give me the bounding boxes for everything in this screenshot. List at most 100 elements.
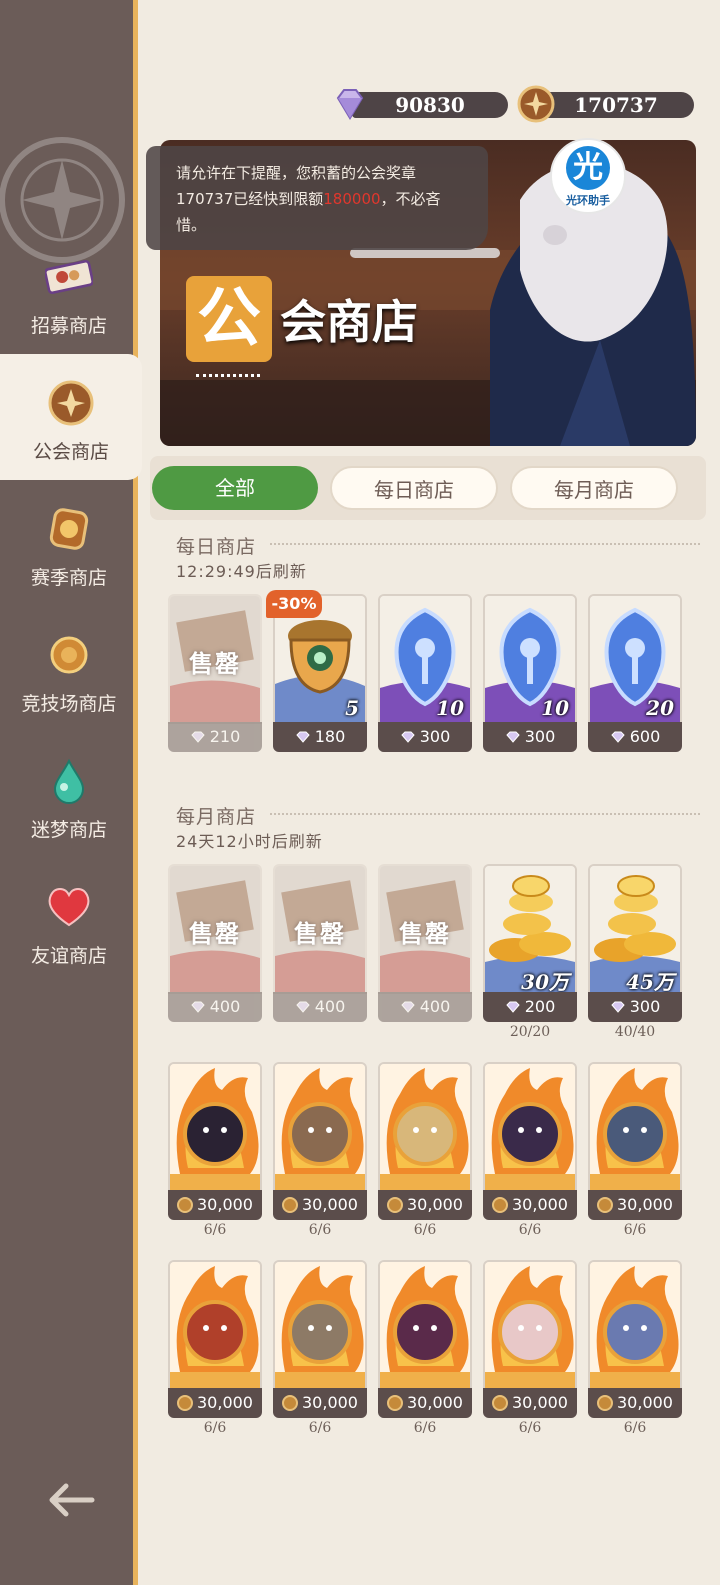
hero-item-card[interactable]: 30,000 6/6 [273, 1062, 367, 1238]
daily-item-card[interactable]: 10 300 [483, 594, 577, 752]
daily-refresh-timer: 12:29:49后刷新 [176, 562, 307, 581]
item-price: 180 [273, 722, 367, 752]
hero-item-card[interactable]: 30,000 6/6 [378, 1062, 472, 1238]
monthly-item-card[interactable]: 售罄 400 [168, 864, 262, 1022]
sold-out-label: 售罄 [189, 650, 241, 678]
item-image [483, 1260, 577, 1390]
item-price: 400 [273, 992, 367, 1022]
guild-medal-icon [492, 1197, 508, 1213]
tab-daily-shop[interactable]: 每日商店 [330, 466, 498, 510]
sidebar-item-recruit-shop[interactable]: 招募商店 [0, 228, 138, 354]
dream-drop-icon [45, 757, 93, 805]
price-value: 200 [524, 997, 556, 1016]
price-value: 600 [629, 727, 661, 746]
monthly-item-card[interactable]: 售罄 400 [273, 864, 367, 1022]
item-price: 210 [168, 722, 262, 752]
hero-item-card[interactable]: 30,000 6/6 [588, 1062, 682, 1238]
tab-all[interactable]: 全部 [152, 466, 318, 510]
hero-item-card[interactable]: 30,000 6/6 [168, 1062, 262, 1238]
item-price: 30,000 [588, 1190, 682, 1220]
guild-medal-icon [282, 1395, 298, 1411]
price-value: 30,000 [512, 1393, 568, 1412]
price-value: 180 [314, 727, 346, 746]
season-coin-icon [45, 505, 93, 553]
banner-dots [196, 374, 260, 377]
item-image [168, 1260, 262, 1390]
hero-item-card[interactable]: 30,000 6/6 [168, 1260, 262, 1436]
item-price: 400 [168, 992, 262, 1022]
hero-item-card[interactable]: 30,000 6/6 [378, 1260, 472, 1436]
guild-medal-icon [177, 1197, 193, 1213]
sold-out-label: 售罄 [399, 920, 451, 948]
daily-item-card[interactable]: 10 300 [378, 594, 472, 752]
monthly-refresh-timer: 24天12小时后刷新 [176, 832, 323, 851]
purchase-limit: 6/6 [518, 1420, 542, 1436]
item-quantity: 45万 [626, 970, 674, 994]
sidebar: 招募商店 公会商店 赛季商店 竞技场商店 迷梦商店 友谊商店 [0, 0, 142, 1585]
hero-item-card[interactable]: 30,000 6/6 [483, 1062, 577, 1238]
price-value: 30,000 [512, 1195, 568, 1214]
sidebar-item-friendship-shop[interactable]: 友谊商店 [0, 858, 138, 984]
item-price: 30,000 [378, 1190, 472, 1220]
diamond-icon [191, 1001, 205, 1013]
price-value: 400 [314, 997, 346, 1016]
ticket-icon [45, 253, 93, 301]
sidebar-item-season-shop[interactable]: 赛季商店 [0, 480, 138, 606]
diamond-icon [506, 731, 520, 743]
sidebar-item-guild-shop[interactable]: 公会商店 [0, 354, 142, 480]
purchase-limit: 6/6 [203, 1222, 227, 1238]
monthly-item-card[interactable]: 售罄 400 [378, 864, 472, 1022]
purchase-limit: 20/20 [509, 1024, 551, 1040]
diamond-icon [611, 1001, 625, 1013]
purchase-limit: 6/6 [308, 1420, 332, 1436]
guanghuan-helper-badge[interactable]: 光 光环助手 [550, 138, 626, 214]
medal-limit-tooltip: 请允许在下提醒，您积蓄的公会奖章 170737已经快到限额180000，不必吝 … [146, 146, 488, 250]
sidebar-item-label: 友谊商店 [30, 945, 107, 967]
item-price: 600 [588, 722, 682, 752]
monthly-item-card[interactable]: 30万 200 20/20 [483, 864, 577, 1040]
hero-item-card[interactable]: 30,000 6/6 [588, 1260, 682, 1436]
item-image [483, 1062, 577, 1192]
item-price: 30,000 [483, 1190, 577, 1220]
banner-title: 公 会商店 [186, 276, 418, 362]
item-quantity: 20 [646, 696, 674, 720]
diamond-icon [336, 89, 364, 120]
item-price: 30,000 [378, 1388, 472, 1418]
guild-medal-icon [492, 1395, 508, 1411]
price-value: 30,000 [617, 1195, 673, 1214]
item-image [273, 1062, 367, 1192]
price-value: 30,000 [197, 1195, 253, 1214]
daily-item-card[interactable]: 售罄 210 [168, 594, 262, 752]
price-value: 30,000 [302, 1393, 358, 1412]
diamond-icon [191, 731, 205, 743]
tab-monthly-shop[interactable]: 每月商店 [510, 466, 678, 510]
purchase-limit: 6/6 [308, 1222, 332, 1238]
back-arrow-icon[interactable] [40, 1470, 100, 1530]
guild-medal-icon [282, 1197, 298, 1213]
daily-section-title: 每日商店 [176, 536, 257, 558]
guild-medal-icon [387, 1395, 403, 1411]
diamond-icon [296, 731, 310, 743]
item-price: 30,000 [168, 1388, 262, 1418]
item-price: 300 [588, 992, 682, 1022]
item-image [273, 1260, 367, 1390]
sidebar-item-label: 招募商店 [30, 315, 107, 337]
hero-item-card[interactable]: 30,000 6/6 [483, 1260, 577, 1436]
item-price: 30,000 [483, 1388, 577, 1418]
price-value: 30,000 [302, 1195, 358, 1214]
diamond-icon [506, 1001, 520, 1013]
purchase-limit: 6/6 [413, 1222, 437, 1238]
guild-medal-icon [387, 1197, 403, 1213]
monthly-item-card[interactable]: 45万 300 40/40 [588, 864, 682, 1040]
sidebar-item-dream-shop[interactable]: 迷梦商店 [0, 732, 138, 858]
guild-medal-counter: 170737 [538, 92, 694, 118]
hero-item-card[interactable]: 30,000 6/6 [273, 1260, 367, 1436]
price-value: 30,000 [197, 1393, 253, 1412]
diamond-icon [401, 1001, 415, 1013]
monthly-section-title: 每月商店 [176, 806, 257, 828]
price-value: 30,000 [617, 1393, 673, 1412]
diamond-counter: 90830 [352, 92, 508, 118]
sidebar-item-arena-shop[interactable]: 竞技场商店 [0, 606, 138, 732]
item-price: 30,000 [273, 1388, 367, 1418]
daily-item-card[interactable]: 20 600 [588, 594, 682, 752]
